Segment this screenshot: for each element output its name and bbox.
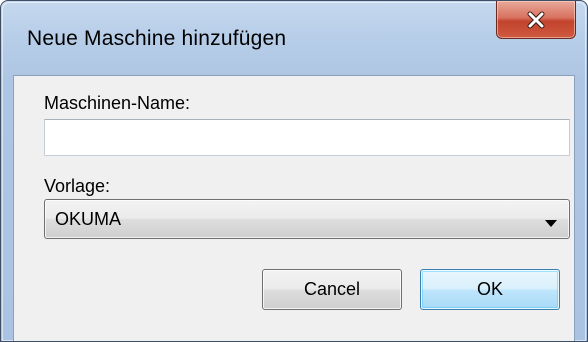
dialog-window: Neue Maschine hinzufügen Maschinen-Name:… (0, 0, 588, 342)
close-x-icon (525, 10, 547, 30)
machine-name-input[interactable] (44, 119, 570, 156)
machine-name-label: Maschinen-Name: (44, 93, 191, 113)
template-label: Vorlage: (44, 176, 111, 196)
cancel-button[interactable]: Cancel (262, 269, 402, 310)
template-selected-value: OKUMA (55, 209, 122, 229)
dialog-content: Maschinen-Name: Vorlage: OKUMA Cancel OK (13, 75, 575, 341)
title-bar[interactable]: Neue Maschine hinzufügen (1, 1, 587, 75)
window-title: Neue Maschine hinzufügen (27, 27, 287, 50)
template-dropdown[interactable]: OKUMA (44, 199, 570, 239)
dropdown-arrow-icon (545, 215, 557, 233)
close-button[interactable] (496, 1, 576, 39)
ok-button[interactable]: OK (420, 269, 560, 310)
